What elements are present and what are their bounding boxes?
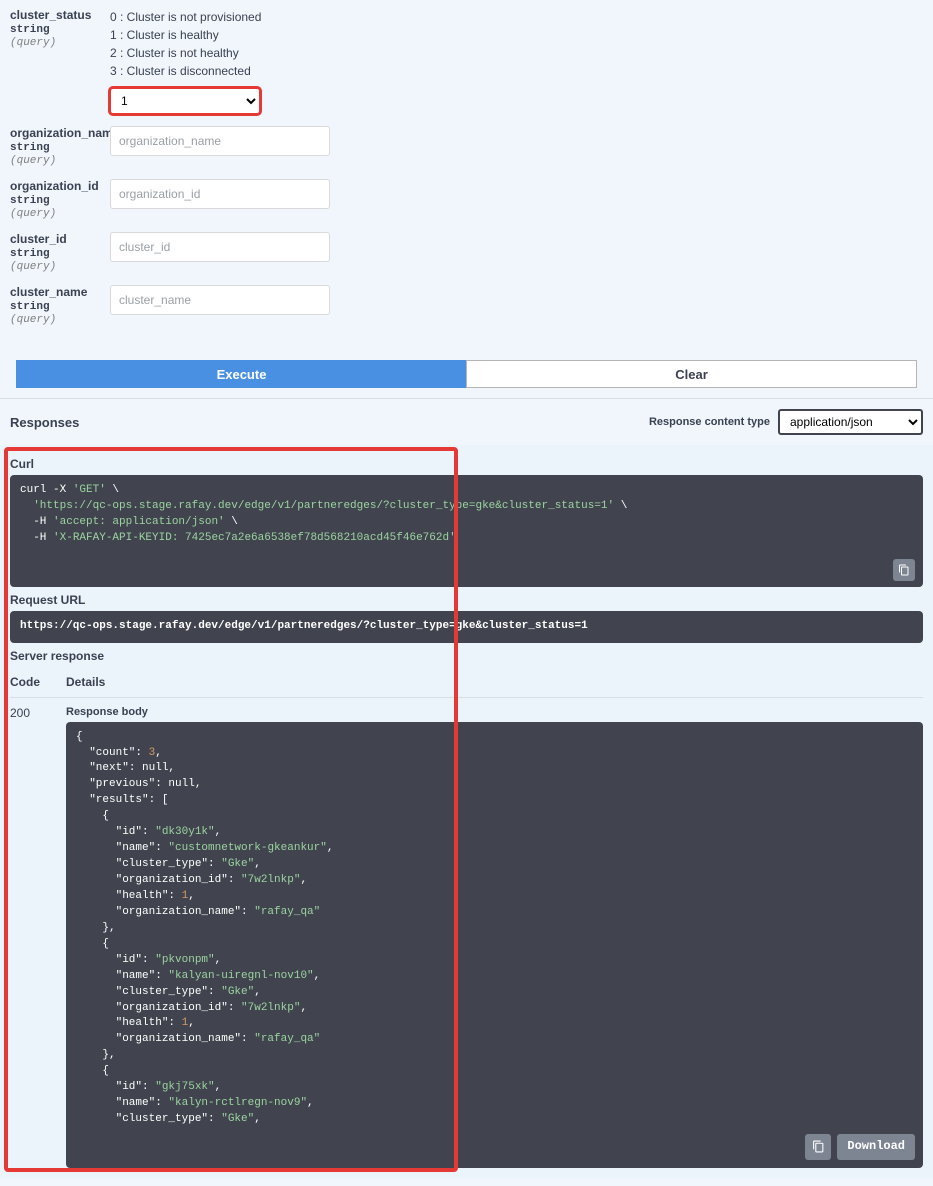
param-in: (query) — [10, 37, 102, 49]
response-table-header: Code Details — [10, 667, 923, 698]
responses-title: Responses — [10, 415, 79, 430]
cluster-name-input[interactable] — [110, 285, 330, 315]
param-row-cluster-status: cluster_status string (query) 0 : Cluste… — [10, 8, 923, 114]
response-code: 200 — [10, 706, 66, 1168]
copy-response-button[interactable] — [805, 1134, 831, 1160]
param-in: (query) — [10, 208, 102, 220]
param-type: string — [10, 195, 102, 207]
request-url-block: https://qc-ops.stage.rafay.dev/edge/v1/p… — [10, 611, 923, 643]
parameters-section: cluster_status string (query) 0 : Cluste… — [0, 0, 933, 348]
param-name: organization_name — [10, 126, 102, 140]
responses-header: Responses Response content type applicat… — [0, 399, 933, 445]
param-name: cluster_id — [10, 232, 102, 246]
param-in: (query) — [10, 155, 102, 167]
request-url-label: Request URL — [10, 593, 923, 607]
organization-name-input[interactable] — [110, 126, 330, 156]
organization-id-input[interactable] — [110, 179, 330, 209]
param-type: string — [10, 24, 102, 36]
param-in: (query) — [10, 261, 102, 273]
server-response-label: Server response — [10, 649, 923, 663]
param-name: cluster_status — [10, 8, 102, 22]
param-type: string — [10, 301, 102, 313]
param-type: string — [10, 142, 102, 154]
content-type-label: Response content type — [649, 416, 770, 428]
param-row-cluster-name: cluster_name string (query) — [10, 285, 923, 326]
col-code: Code — [10, 675, 66, 689]
copy-button[interactable] — [893, 559, 915, 581]
action-buttons: Execute Clear — [0, 360, 933, 388]
clipboard-icon — [812, 1140, 825, 1153]
col-details: Details — [66, 675, 923, 689]
clear-button[interactable]: Clear — [466, 360, 917, 388]
content-type-select[interactable]: application/json — [778, 409, 923, 435]
curl-label: Curl — [10, 457, 923, 471]
response-row: 200 Response body { "count": 3, "next": … — [10, 698, 923, 1168]
curl-block: curl -X 'GET' \ 'https://qc-ops.stage.ra… — [10, 475, 923, 587]
param-name: cluster_name — [10, 285, 102, 299]
param-type: string — [10, 248, 102, 260]
download-button[interactable]: Download — [837, 1134, 915, 1160]
response-body-label: Response body — [66, 706, 923, 718]
clipboard-icon — [898, 564, 910, 576]
param-in: (query) — [10, 314, 102, 326]
param-row-organization-id: organization_id string (query) — [10, 179, 923, 220]
param-row-organization-name: organization_name string (query) — [10, 126, 923, 167]
cluster-status-select[interactable]: 1 — [110, 88, 260, 114]
cluster-id-input[interactable] — [110, 232, 330, 262]
highlight-box: 1 — [110, 88, 260, 114]
param-row-cluster-id: cluster_id string (query) — [10, 232, 923, 273]
param-enum-description: 0 : Cluster is not provisioned 1 : Clust… — [110, 8, 923, 80]
param-name: organization_id — [10, 179, 102, 193]
response-area: Curl curl -X 'GET' \ 'https://qc-ops.sta… — [0, 445, 933, 1178]
execute-button[interactable]: Execute — [16, 360, 466, 388]
response-body-block: { "count": 3, "next": null, "previous": … — [66, 722, 923, 1168]
